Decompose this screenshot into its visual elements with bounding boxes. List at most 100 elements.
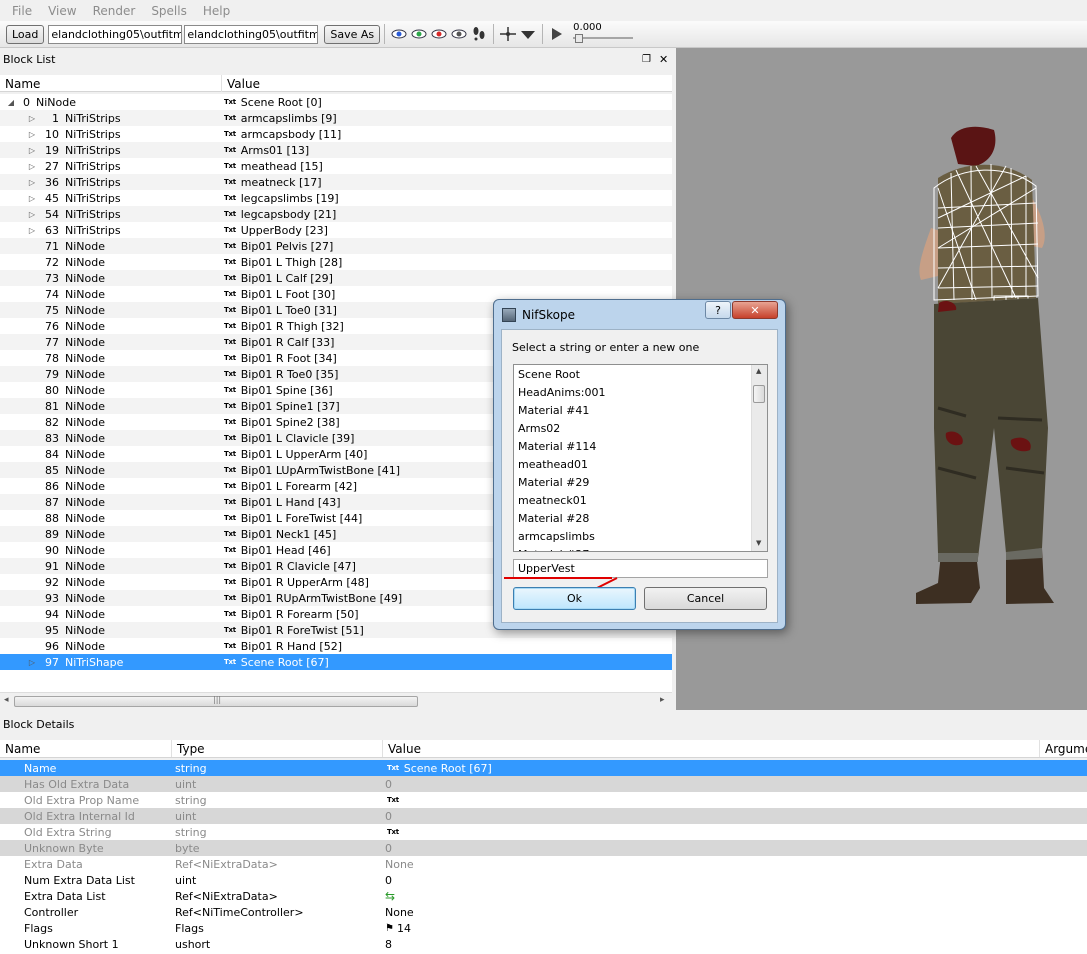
block-value: Bip01 R Hand [52] <box>240 639 343 653</box>
expand-arrow-icon[interactable]: ▷ <box>27 146 37 155</box>
block-row[interactable]: ▷ 36 NiTriStrips Txt meatneck [17] <box>0 174 672 190</box>
column-name-header[interactable]: Name <box>0 75 222 92</box>
block-row[interactable]: ▷ 19 NiTriStrips Txt Arms01 [13] <box>0 142 672 158</box>
view-red-eye-icon[interactable] <box>429 24 449 44</box>
block-row[interactable]: 96 NiNode Txt Bip01 R Hand [52] <box>0 638 672 654</box>
scroll-left-icon[interactable]: ◂ <box>4 695 9 705</box>
txt-icon: Txt <box>224 370 236 378</box>
detail-row[interactable]: Extra Data Ref<NiExtraData> None <box>0 856 1087 872</box>
string-list-item[interactable]: Arms02 <box>518 419 560 437</box>
float-icon[interactable]: ❐ <box>642 54 651 65</box>
scroll-down-icon[interactable]: ▼ <box>756 539 761 547</box>
detail-row[interactable]: Controller Ref<NiTimeController> None <box>0 904 1087 920</box>
cancel-button[interactable]: Cancel <box>644 587 767 610</box>
expand-arrow-icon[interactable]: ▷ <box>27 178 37 187</box>
view-green-eye-icon[interactable] <box>409 24 429 44</box>
block-row[interactable]: ▷ 97 NiTriShape Txt Scene Root [67] <box>0 654 672 670</box>
menu-view[interactable]: View <box>45 4 79 18</box>
block-row[interactable]: ▷ 45 NiTriStrips Txt legcapslimbs [19] <box>0 190 672 206</box>
block-row[interactable]: 73 NiNode Txt Bip01 L Calf [29] <box>0 270 672 286</box>
expand-arrow-icon[interactable]: ▷ <box>27 226 37 235</box>
expand-arrow-icon[interactable]: ▷ <box>27 210 37 219</box>
help-button[interactable]: ? <box>705 301 731 319</box>
detail-row[interactable]: Unknown Byte byte 0 <box>0 840 1087 856</box>
load-path-input[interactable]: elandclothing05\outfitm.nif <box>48 24 183 44</box>
block-row[interactable]: ▷ 54 NiTriStrips Txt legcapsbody [21] <box>0 206 672 222</box>
footprints-icon[interactable] <box>469 24 489 44</box>
dialog-close-button[interactable]: ✕ <box>732 301 778 319</box>
block-row[interactable]: ▷ 63 NiTriStrips Txt UpperBody [23] <box>0 222 672 238</box>
block-type: NiTriStrips <box>65 159 121 173</box>
block-type: NiNode <box>65 527 105 541</box>
string-listbox[interactable]: ▲ ▼ Scene Root HeadAnims:001 Material #41 A… <box>513 364 768 552</box>
block-row[interactable]: ▷ 1 NiTriStrips Txt armcapslimbs [9] <box>0 110 672 126</box>
expand-arrow-icon[interactable]: ◢ <box>6 98 16 107</box>
time-slider-handle[interactable] <box>575 34 584 43</box>
menu-help[interactable]: Help <box>200 4 233 18</box>
expand-arrow-icon[interactable]: ▷ <box>27 130 37 139</box>
detail-row[interactable]: Extra Data List Ref<NiExtraData> ⇆ <box>0 888 1087 904</box>
menu-spells[interactable]: Spells <box>148 4 190 18</box>
string-list-item[interactable]: Scene Root <box>518 365 580 383</box>
detail-row[interactable]: Has Old Extra Data uint 0 <box>0 776 1087 792</box>
block-row[interactable]: ▷ 27 NiTriStrips Txt meathead [15] <box>0 158 672 174</box>
detail-row[interactable]: Flags Flags ⚑ 14 <box>0 920 1087 936</box>
listbox-vscrollbar[interactable]: ▲ ▼ <box>751 365 767 551</box>
menu-bar: File View Render Spells Help <box>0 0 1087 21</box>
string-list-item[interactable]: meatneck01 <box>518 491 587 509</box>
txt-icon: Txt <box>224 130 236 138</box>
detail-row[interactable]: Old Extra Prop Name string Txt <box>0 792 1087 808</box>
block-row[interactable]: 72 NiNode Txt Bip01 L Thigh [28] <box>0 254 672 270</box>
detail-row[interactable]: Unknown Short 1 ushort 8 <box>0 936 1087 952</box>
expand-arrow-icon[interactable]: ▷ <box>27 114 37 123</box>
detail-row[interactable]: Old Extra Internal Id uint 0 <box>0 808 1087 824</box>
load-button[interactable]: Load <box>6 24 45 44</box>
block-value: Bip01 L Forearm [42] <box>240 479 358 493</box>
detail-row[interactable]: Name string Txt Scene Root [67] <box>0 760 1087 776</box>
details-column-name[interactable]: Name <box>0 740 172 757</box>
details-column-argument[interactable]: Argume <box>1040 740 1087 757</box>
txt-icon: Txt <box>224 306 236 314</box>
block-details-table[interactable]: Name string Txt Scene Root [67] Has Old Extr… <box>0 760 1087 954</box>
view-dropdown-icon[interactable] <box>518 24 538 44</box>
block-list-hscrollbar[interactable]: ◂ ||| ▸ <box>0 692 672 709</box>
block-value: Bip01 R Forearm [50] <box>240 607 359 621</box>
block-type: NiTriStrips <box>65 223 121 237</box>
view-blue-eye-icon[interactable] <box>389 24 409 44</box>
menu-render[interactable]: Render <box>90 4 139 18</box>
string-list-item[interactable]: Material #114 <box>518 437 596 455</box>
menu-file[interactable]: File <box>9 4 35 18</box>
string-list-item[interactable]: armcapslimbs <box>518 527 595 545</box>
details-column-value[interactable]: Value <box>383 740 1040 757</box>
view-gray-eye-icon[interactable] <box>449 24 469 44</box>
details-column-type[interactable]: Type <box>172 740 383 757</box>
detail-row[interactable]: Num Extra Data List uint 0 <box>0 872 1087 888</box>
expand-arrow-icon[interactable]: ▷ <box>27 162 37 171</box>
expand-arrow-icon[interactable]: ▷ <box>27 658 37 667</box>
play-icon[interactable] <box>547 24 567 44</box>
listbox-scroll-thumb[interactable] <box>753 385 765 403</box>
block-row[interactable]: ◢ 0 NiNode Txt Scene Root [0] <box>0 94 672 110</box>
scroll-right-icon[interactable]: ▸ <box>660 695 665 705</box>
expand-arrow-icon[interactable]: ▷ <box>27 194 37 203</box>
block-row[interactable]: ▷ 10 NiTriStrips Txt armcapsbody [11] <box>0 126 672 142</box>
save-as-button[interactable]: Save As <box>324 24 381 44</box>
save-path-input[interactable]: elandclothing05\outfitm.nif <box>184 24 319 44</box>
string-list-item[interactable]: HeadAnims:001 <box>518 383 605 401</box>
close-icon[interactable]: ✕ <box>659 53 668 66</box>
detail-row[interactable]: Old Extra String string Txt <box>0 824 1087 840</box>
string-list-item[interactable]: Material #28 <box>518 509 589 527</box>
time-slider[interactable]: 0.000 <box>573 22 634 46</box>
string-list-item[interactable]: meathead01 <box>518 455 588 473</box>
column-value-header[interactable]: Value <box>222 75 672 92</box>
ok-button[interactable]: Ok <box>513 587 636 610</box>
block-row[interactable]: 71 NiNode Txt Bip01 Pelvis [27] <box>0 238 672 254</box>
string-list-item[interactable]: Material #29 <box>518 473 589 491</box>
string-list-item[interactable]: Material #27 <box>518 545 589 552</box>
flag-icon: ⚑ <box>385 922 394 934</box>
scroll-up-icon[interactable]: ▲ <box>756 367 761 375</box>
hscroll-thumb[interactable]: ||| <box>14 695 418 707</box>
txt-icon: Txt <box>224 642 236 650</box>
axes-icon[interactable] <box>498 24 518 44</box>
string-list-item[interactable]: Material #41 <box>518 401 589 419</box>
